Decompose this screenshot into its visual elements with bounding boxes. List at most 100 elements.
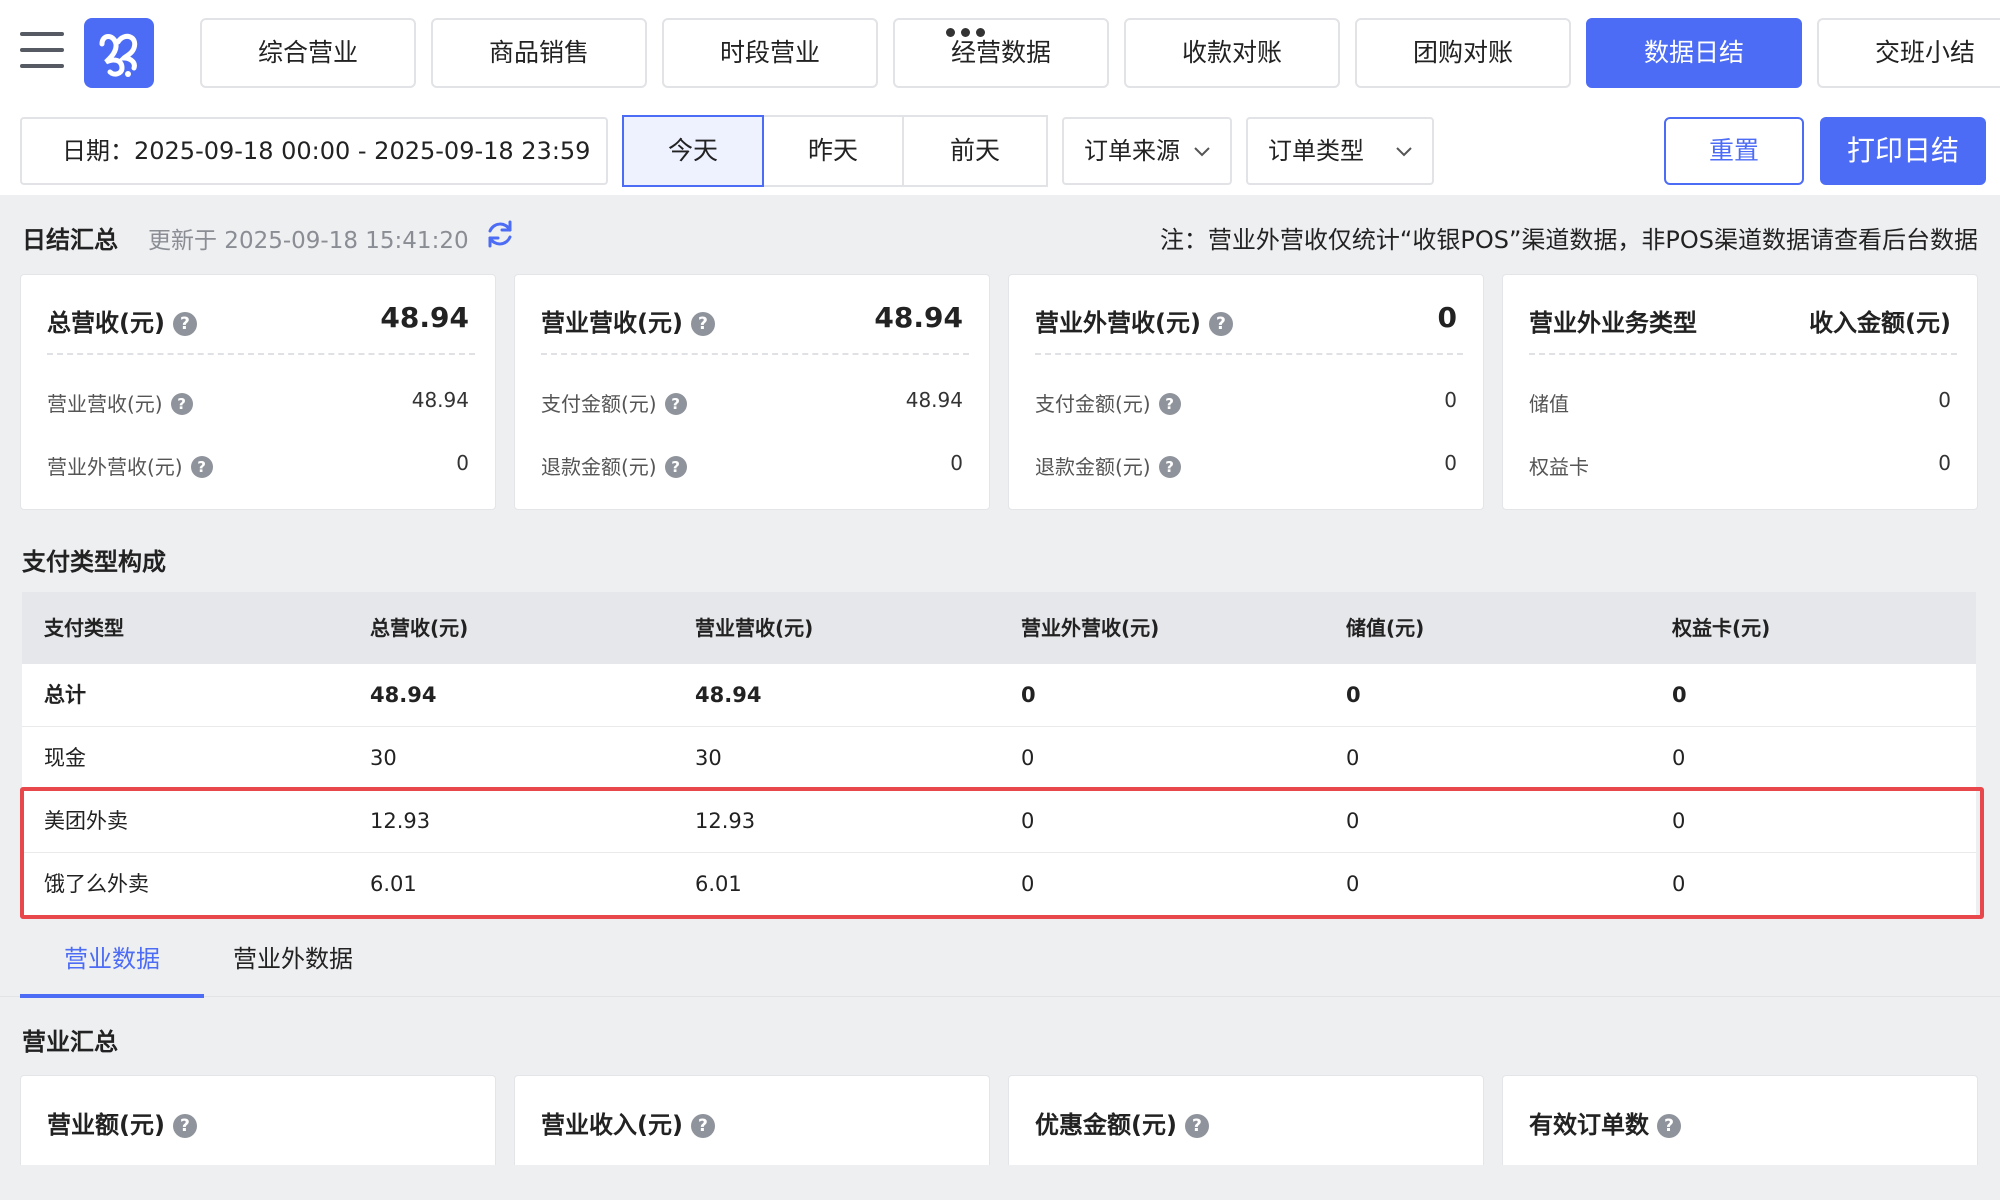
nav-tab-payment-reconcile[interactable]: 收款对账: [1124, 18, 1340, 88]
table-cell: 6.01: [695, 872, 742, 896]
table-cell: 饿了么外卖: [44, 872, 149, 896]
nav-tab-overall[interactable]: 综合营业: [200, 18, 416, 88]
card-row-value: 48.94: [411, 388, 469, 412]
table-row: 美团外卖 12.93 12.93 0 0 0: [22, 790, 1976, 853]
help-icon[interactable]: ?: [690, 312, 715, 336]
table-cell: 48.94: [370, 683, 437, 707]
dashed-divider: [1529, 353, 1957, 355]
card-title: 营业外营收(元)?: [1035, 303, 1233, 338]
card-row-label: 退款金额(元)?: [1035, 451, 1181, 480]
column-header: 储值(元): [1346, 616, 1425, 640]
bottom-edge: [0, 1165, 2000, 1200]
filter-bar: 日期：2025-09-18 00:00 - 2025-09-18 23:59 今…: [0, 105, 2000, 195]
help-icon[interactable]: ?: [190, 456, 213, 478]
dashed-divider: [1035, 353, 1463, 355]
order-type-dropdown[interactable]: 订单类型: [1246, 117, 1434, 185]
card-title: 营业额(元)?: [47, 1105, 197, 1140]
summary-card-non-business-types: 营业外业务类型 收入金额(元) 储值 0 权益卡 0: [1502, 274, 1978, 510]
more-dots-icon[interactable]: [946, 22, 1000, 37]
active-tab-indicator: [20, 994, 204, 998]
help-icon[interactable]: ?: [1158, 456, 1181, 478]
table-cell: 总计: [44, 683, 86, 707]
card-row-label: 退款金额(元)?: [541, 451, 687, 480]
card-row-value: 0: [950, 451, 963, 475]
card-value: 48.94: [874, 301, 963, 334]
table-cell: 0: [1021, 809, 1035, 833]
help-icon[interactable]: ?: [170, 393, 193, 415]
card-row-label: 营业外营收(元)?: [47, 451, 213, 480]
today-button[interactable]: 今天: [622, 115, 764, 187]
order-source-label: 订单来源: [1084, 137, 1180, 165]
nav-tab-operations[interactable]: 经营数据: [893, 18, 1109, 88]
card-row-label: 支付金额(元)?: [1035, 388, 1181, 417]
table-cell: 0: [1346, 872, 1360, 896]
card-row-value: 0: [1444, 388, 1457, 412]
card-row-value: 0: [1938, 451, 1951, 475]
tab-business-data[interactable]: 营业数据: [64, 939, 160, 974]
nav-tab-group-reconcile[interactable]: 团购对账: [1355, 18, 1571, 88]
card-title: 营业收入(元)?: [541, 1105, 715, 1140]
table-cell: 0: [1021, 746, 1035, 770]
table-row: 现金 30 30 0 0 0: [22, 727, 1976, 790]
date-range-picker[interactable]: 日期：2025-09-18 00:00 - 2025-09-18 23:59: [20, 117, 608, 185]
column-header: 总营收(元): [370, 616, 469, 640]
table-cell: 0: [1346, 746, 1360, 770]
table-cell: 0: [1346, 809, 1360, 833]
card-title: 总营收(元)?: [47, 303, 197, 338]
help-icon[interactable]: ?: [1208, 312, 1233, 336]
nav-tab-period[interactable]: 时段营业: [662, 18, 878, 88]
card-row-value: 0: [1938, 388, 1951, 412]
table-cell: 30: [695, 746, 722, 770]
help-icon[interactable]: ?: [1657, 1114, 1681, 1138]
column-header: 支付类型: [44, 616, 124, 640]
print-daily-close-button[interactable]: 打印日结: [1820, 117, 1986, 185]
help-icon[interactable]: ?: [1158, 393, 1181, 415]
table-cell: 12.93: [370, 809, 431, 833]
table-header: 支付类型 总营收(元) 营业营收(元) 营业外营收(元) 储值(元) 权益卡(元…: [22, 592, 1976, 664]
table-cell: 0: [1346, 683, 1361, 707]
nav-tab-daily-close[interactable]: 数据日结: [1586, 18, 1802, 88]
payment-section-title: 支付类型构成: [22, 548, 166, 576]
tab-non-business-data[interactable]: 营业外数据: [233, 939, 353, 974]
nav-tab-product-sales[interactable]: 商品销售: [431, 18, 647, 88]
chevron-down-icon: [1194, 147, 1210, 157]
summary-card-business-revenue: 营业营收(元)? 48.94 支付金额(元)? 48.94 退款金额(元)? 0: [514, 274, 990, 510]
card-column-header: 收入金额(元): [1809, 309, 1951, 337]
order-type-label: 订单类型: [1268, 137, 1364, 165]
nav-tab-shift-summary[interactable]: 交班小结: [1817, 18, 2000, 88]
reset-button[interactable]: 重置: [1664, 117, 1804, 185]
chevron-down-icon: [1396, 147, 1412, 157]
table-row: 饿了么外卖 6.01 6.01 0 0 0: [22, 853, 1976, 916]
refresh-icon[interactable]: [484, 218, 516, 250]
help-icon[interactable]: ?: [690, 1114, 715, 1138]
table-cell: 美团外卖: [44, 809, 128, 833]
day-button-group: 今天 昨天 前天: [622, 115, 1048, 187]
table-cell: 0: [1672, 872, 1686, 896]
day-before-yesterday-button[interactable]: 前天: [902, 115, 1048, 187]
table-cell: 30: [370, 746, 397, 770]
yesterday-button[interactable]: 昨天: [762, 115, 904, 187]
help-icon[interactable]: ?: [172, 312, 197, 336]
updated-timestamp: 更新于 2025-09-18 15:41:20: [148, 228, 469, 254]
help-icon[interactable]: ?: [664, 456, 687, 478]
table-cell: 12.93: [695, 809, 756, 833]
summary-card-total-revenue: 总营收(元)? 48.94 营业营收(元)? 48.94 营业外营收(元)? 0: [20, 274, 496, 510]
summary-title: 日结汇总: [22, 226, 118, 254]
hamburger-menu-icon[interactable]: [20, 32, 64, 70]
card-title: 营业营收(元)?: [541, 303, 715, 338]
table-cell: 现金: [44, 746, 86, 770]
column-header: 营业营收(元): [695, 616, 814, 640]
data-subtabs: 营业数据 营业外数据: [0, 925, 2000, 998]
channel-note: 注：营业外营收仅统计“收银POS”渠道数据，非POS渠道数据请查看后台数据: [1159, 226, 1978, 254]
business-card-discount: 优惠金额(元)?: [1008, 1075, 1484, 1165]
table-cell: 0: [1021, 872, 1035, 896]
top-nav-bar: 综合营业 商品销售 时段营业 经营数据 收款对账 团购对账 数据日结 交班小结: [0, 0, 2000, 105]
help-icon[interactable]: ?: [1184, 1114, 1209, 1138]
payment-type-table: 支付类型 总营收(元) 营业营收(元) 营业外营收(元) 储值(元) 权益卡(元…: [22, 592, 1976, 916]
table-cell: 6.01: [370, 872, 417, 896]
card-row-value: 0: [1444, 451, 1457, 475]
order-source-dropdown[interactable]: 订单来源: [1062, 117, 1232, 185]
business-card-sales: 营业额(元)?: [20, 1075, 496, 1165]
help-icon[interactable]: ?: [172, 1114, 197, 1138]
help-icon[interactable]: ?: [664, 393, 687, 415]
